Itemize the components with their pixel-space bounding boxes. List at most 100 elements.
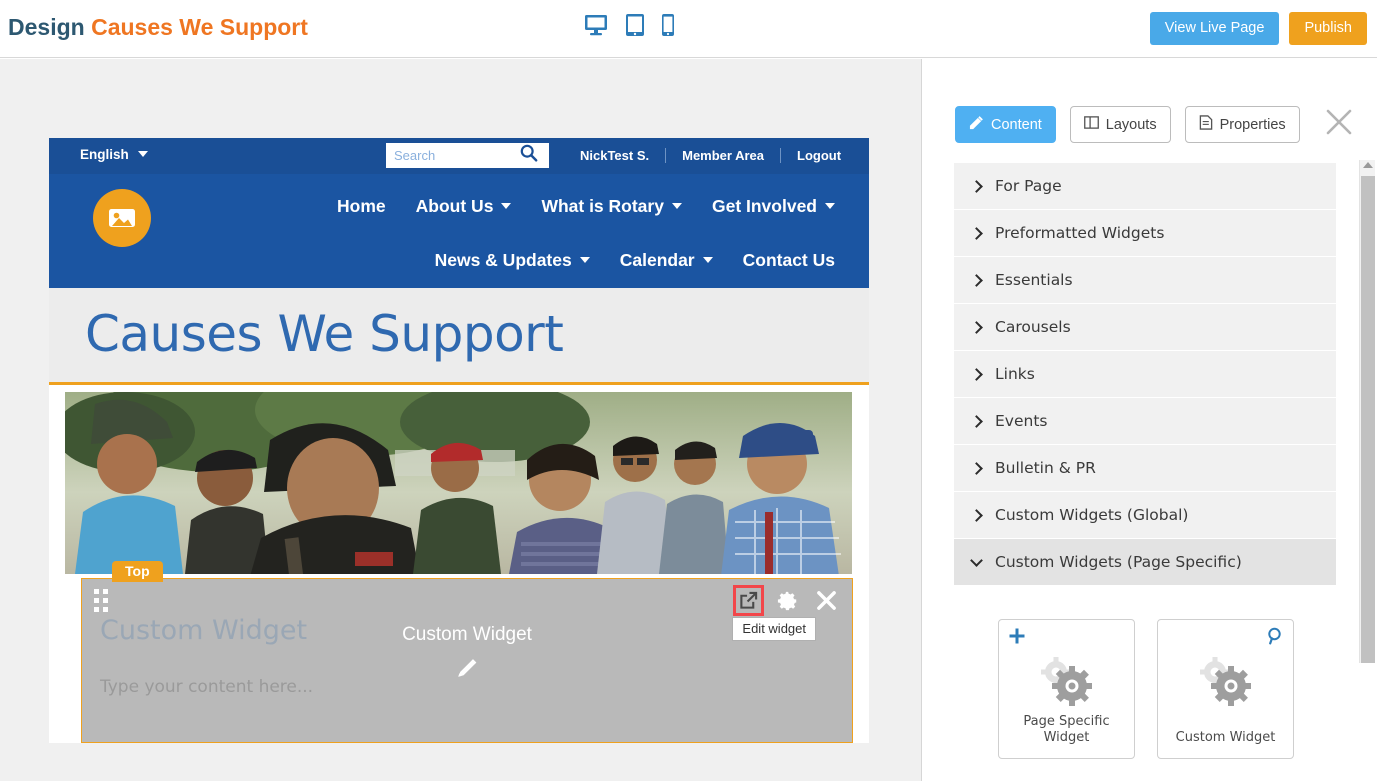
nav-row-primary: Home About Us What is Rotary Get Involve… [49,179,869,233]
widget-content-placeholder: Type your content here... [100,677,314,697]
widget-heading: Custom Widget [100,615,308,646]
page-title-prefix: Design [8,14,85,40]
chevron-down-icon [579,257,590,263]
nav-label: News & Updates [434,249,572,270]
search-icon[interactable] [1266,627,1284,650]
scrollbar-thumb[interactable] [1361,176,1375,663]
site-utility-bar: English NickTest S. Member Area Logout [49,138,869,174]
widget-toolbar [733,585,842,616]
nav-item-get-involved[interactable]: Get Involved [712,196,835,217]
remove-widget-icon[interactable] [811,585,842,616]
selected-widget-region[interactable]: Top Edit widget Custom Widget Type your … [81,561,853,743]
tab-properties[interactable]: Properties [1184,106,1300,143]
layouts-columns-icon [1083,115,1099,134]
chevron-down-icon [825,203,835,209]
tab-label: Layouts [1105,116,1157,133]
hero-image-block [49,385,869,578]
language-label: English [80,147,129,162]
accordion-item-for-page[interactable]: For Page [954,163,1336,210]
accordion-label: Custom Widgets (Page Specific) [995,553,1242,571]
nav-label: What is Rotary [541,195,664,216]
accordion-label: Preformatted Widgets [995,224,1165,242]
site-search-box[interactable] [386,143,549,168]
accordion-label: Carousels [995,318,1071,336]
member-area-link[interactable]: Member Area [666,148,780,163]
tab-content[interactable]: Content [955,106,1056,143]
chevron-right-icon [970,367,983,381]
drag-handle-icon[interactable] [94,589,108,612]
nav-item-contact-us[interactable]: Contact Us [743,250,835,271]
nav-item-calendar[interactable]: Calendar [620,250,713,271]
desktop-view-icon[interactable] [583,12,609,43]
chevron-right-icon [970,179,983,193]
edit-widget-tooltip: Edit widget [732,617,816,641]
widget-card-custom-widget[interactable]: Custom Widget [1157,619,1294,759]
language-selector[interactable]: English [80,147,148,162]
chevron-down-icon [137,151,148,157]
accordion-item-essentials[interactable]: Essentials [954,257,1336,304]
nav-item-about-us[interactable]: About Us [416,196,512,217]
page-preview-pane: English NickTest S. Member Area Logout [0,59,921,781]
chevron-down-icon [501,203,512,209]
tab-label: Content [991,116,1042,133]
nav-item-news-updates[interactable]: News & Updates [435,250,590,271]
site-utility-links: NickTest S. Member Area Logout [564,148,857,163]
widget-card-list: Page Specific Widget Custom Widget [998,619,1294,759]
mobile-view-icon[interactable] [661,12,675,43]
device-preview-switcher [583,12,675,43]
chevron-down-icon [970,553,983,567]
nav-rows: Home About Us What is Rotary Get Involve… [49,174,869,287]
close-icon[interactable] [1325,108,1353,141]
site-page-heading: Causes We Support [49,288,869,385]
gears-placeholder-icon [1197,656,1255,713]
plus-icon[interactable] [1008,627,1026,650]
search-input[interactable] [394,148,519,163]
accordion-label: Bulletin & PR [995,459,1096,477]
accordion-item-custom-widgets-page-specific[interactable]: Custom Widgets (Page Specific) [954,539,1336,586]
page-title: Design Causes We Support [8,14,308,41]
logout-link[interactable]: Logout [781,148,857,163]
content-edit-icon [969,115,984,134]
chevron-right-icon [970,273,983,287]
nav-label: Calendar [619,249,695,270]
accordion-item-custom-widgets-global[interactable]: Custom Widgets (Global) [954,492,1336,539]
chevron-right-icon [970,461,983,475]
heading-text: Causes We Support [85,305,564,363]
chevron-right-icon [970,320,983,334]
nav-item-home[interactable]: Home [337,196,386,217]
widget-card-label: Custom Widget [1175,729,1276,745]
search-icon[interactable] [519,143,539,168]
page-title-name: Causes We Support [91,14,308,40]
accordion-item-links[interactable]: Links [954,351,1336,398]
edit-widget-icon[interactable] [733,585,764,616]
view-live-page-button[interactable]: View Live Page [1149,12,1280,46]
accordion-label: Events [995,412,1048,430]
accordion-item-carousels[interactable]: Carousels [954,304,1336,351]
widget-card-label: Page Specific Widget [1023,713,1110,745]
accordion-item-preformatted-widgets[interactable]: Preformatted Widgets [954,210,1336,257]
chevron-right-icon [970,414,983,428]
accordion-label: Custom Widgets (Global) [995,506,1189,524]
hero-photo [65,392,852,574]
tab-layouts[interactable]: Layouts [1069,106,1171,143]
nav-label: Home [337,195,386,216]
widget-card-page-specific-widget[interactable]: Page Specific Widget [998,619,1135,759]
properties-document-icon [1199,115,1213,134]
widget-category-accordion: For Page Preformatted Widgets Essentials… [954,163,1336,586]
tablet-view-icon[interactable] [625,12,645,43]
chevron-down-icon [671,203,682,209]
accordion-label: Essentials [995,271,1073,289]
pencil-edit-icon[interactable] [454,655,481,687]
site-navigation: Home About Us What is Rotary Get Involve… [49,174,869,288]
scroll-up-arrow-icon[interactable] [1362,162,1373,168]
widget-settings-gear-icon[interactable] [772,585,803,616]
panel-scrollbar[interactable] [1359,160,1375,663]
panel-tab-bar: Content Layouts Properties [922,106,1377,143]
publish-button[interactable]: Publish [1289,12,1367,46]
user-name-link[interactable]: NickTest S. [564,148,665,163]
chevron-right-icon [970,226,983,240]
accordion-item-bulletin-pr[interactable]: Bulletin & PR [954,445,1336,492]
accordion-item-events[interactable]: Events [954,398,1336,445]
nav-item-what-is-rotary[interactable]: What is Rotary [541,196,682,217]
widget-overlay-label: Custom Widget [402,624,532,645]
